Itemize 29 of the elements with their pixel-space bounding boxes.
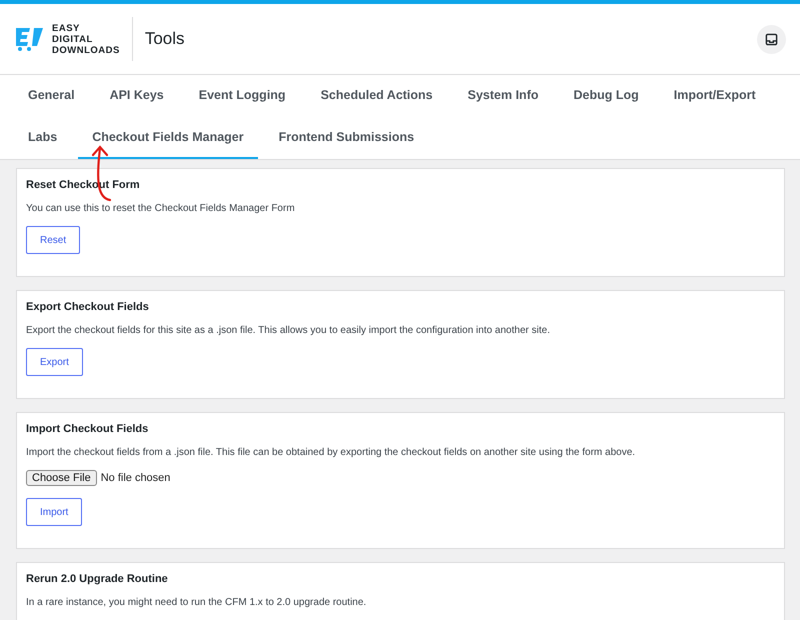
card-description: Export the checkout fields for this site as a .json file. This allows you to easily import the configuration into another site. — [26, 325, 550, 336]
tab[interactable]: Checkout Fields Manager — [78, 117, 258, 159]
tab[interactable]: Event Logging — [184, 75, 300, 117]
tab[interactable]: Frontend Submissions — [264, 117, 428, 159]
logo-text: DOWNLOADS — [52, 44, 120, 56]
tab[interactable]: Labs — [14, 117, 72, 159]
card-title: Rerun 2.0 Upgrade Routine — [26, 573, 168, 585]
tab[interactable]: Import/Export — [660, 75, 770, 117]
tab[interactable]: System Info — [454, 75, 552, 117]
tab[interactable]: General — [14, 75, 89, 117]
action-button[interactable]: Export — [26, 348, 83, 376]
card-description: Import the checkout fields from a .json file. This file can be obtained by exporting the checkout fields on another site using the form above. — [26, 447, 636, 458]
cart-logo-icon — [14, 26, 46, 52]
tab[interactable]: Scheduled Actions — [306, 75, 447, 117]
card-description: You can use this to reset the Checkout Fields Manager Form — [26, 203, 295, 214]
choose-file-button[interactable]: Choose File — [26, 470, 97, 486]
action-button[interactable]: Import — [26, 498, 82, 526]
logo-text: DIGITAL — [52, 34, 94, 44]
action-button[interactable]: Reset — [26, 226, 80, 254]
inbox-icon — [765, 32, 778, 46]
card-title: Import Checkout Fields — [26, 423, 148, 435]
card-title: Export Checkout Fields — [26, 301, 149, 313]
inbox-button[interactable] — [757, 24, 786, 54]
file-status: No file chosen — [100, 472, 170, 484]
tab[interactable]: API Keys — [96, 75, 178, 117]
logo-text: EASY — [52, 22, 81, 34]
tab[interactable]: Debug Log — [560, 75, 653, 117]
page-title: Tools — [144, 29, 185, 49]
card-description: In a rare instance, you might need to run the CFM 1.x to 2.0 upgrade routine. — [26, 597, 366, 608]
